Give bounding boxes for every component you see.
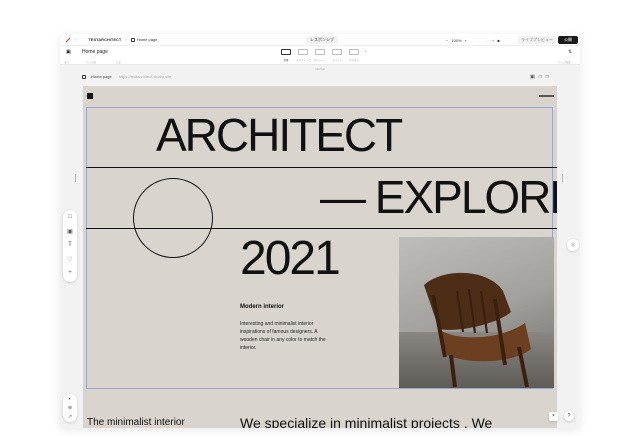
live-preview-button[interactable]: ライブプレビュー (518, 36, 556, 44)
toolbar-label: コピ (116, 61, 122, 64)
device-custom[interactable]: カスタム (347, 48, 361, 64)
export-icon[interactable]: □ (546, 74, 549, 80)
device-mobile[interactable]: モバイル (330, 48, 344, 64)
wooden-chair-image (424, 272, 531, 388)
history-controls: ← → + ■ (478, 34, 500, 46)
chair-photo[interactable] (399, 237, 554, 388)
below-right-heading[interactable]: We specialize in minimalist projects . W… (240, 415, 492, 428)
section-title[interactable]: Modern interior (240, 304, 284, 310)
canvas-resize-handle-left[interactable] (75, 174, 76, 182)
hero-title[interactable]: ARCHITECT (156, 108, 403, 162)
toolbar-label: ページ名 (86, 61, 96, 64)
theme-icon[interactable]: ◐ (63, 395, 77, 404)
zoom-level[interactable]: 100% (451, 38, 461, 43)
device-tablet[interactable]: タブレット (313, 48, 327, 64)
copy-icon[interactable]: □ (539, 74, 542, 80)
tablet-icon (315, 49, 325, 55)
hero-year[interactable]: 2021 (240, 231, 341, 286)
favorite-tool-icon[interactable]: ♡ (63, 252, 77, 266)
help-button[interactable]: ? (564, 411, 574, 421)
page-settings-label: ページ設定 (558, 61, 571, 64)
close-icon[interactable]: × (549, 412, 558, 421)
add-element-icon[interactable]: + (63, 266, 77, 280)
canvas-resize-handle-right[interactable] (562, 174, 563, 182)
left-secondary-palette: ◐ ⊕ ↗ (63, 394, 77, 422)
page-toolbar: ▣ Home page モバ ページ名 コピ 全体 デスクトップ タブレット モ… (60, 46, 580, 65)
left-tool-palette: □ ▣ T ♡ + (63, 210, 77, 282)
responsive-button[interactable]: レスポンシブ (306, 36, 338, 44)
canvas-width-ruler: 1920px (315, 67, 325, 71)
page-icon (130, 37, 135, 42)
top-bar: › TESTARCHITECT › Home page レスポンシブ − 100… (60, 34, 580, 46)
breadcrumb-separator: › (125, 37, 127, 42)
trash-icon[interactable]: ▣ (530, 74, 535, 80)
device-desktop[interactable]: デスクトップ (296, 48, 311, 64)
decorative-circle (133, 178, 213, 258)
divider-line (86, 228, 557, 229)
page-icon (82, 74, 86, 79)
desktop-icon (298, 49, 308, 55)
page-url[interactable]: https://testarchitect.studio.site (119, 74, 172, 79)
breadcrumb-page[interactable]: Home page (137, 37, 158, 42)
editor-window: › TESTARCHITECT › Home page レスポンシブ − 100… (60, 34, 580, 428)
lock-icon[interactable]: ■ (497, 38, 499, 43)
device-all[interactable]: 全体 (279, 48, 293, 64)
mobile-icon (332, 49, 342, 55)
site-logo[interactable] (87, 93, 93, 99)
page-tab-label: Home page (91, 74, 112, 79)
image-tool-icon[interactable]: ▣ (63, 224, 77, 238)
text-tool-icon[interactable]: T (63, 238, 77, 252)
box-tool-icon[interactable]: □ (63, 210, 77, 224)
custom-icon (349, 49, 359, 55)
add-device-icon[interactable]: + (364, 49, 367, 55)
page-tab[interactable]: Home page https://testarchitect.studio.s… (82, 74, 171, 79)
publish-button[interactable]: 公開 (558, 36, 578, 44)
divider-line (86, 167, 557, 168)
undo-icon[interactable]: ← (478, 38, 482, 43)
desktop-icon (281, 49, 291, 55)
below-left-heading[interactable]: The minimalist interior (87, 417, 185, 428)
add-icon[interactable]: + (492, 38, 494, 43)
mobile-icon[interactable]: ▣ (66, 49, 71, 55)
hero-subtitle[interactable]: — EXPLORE (320, 170, 557, 224)
hamburger-menu-icon[interactable] (539, 95, 554, 97)
app-logo-icon[interactable] (65, 37, 71, 43)
section-body[interactable]: Interesting and minimalist interior insp… (240, 320, 336, 352)
right-panel-toggle-icon[interactable]: ◎ (567, 239, 579, 251)
canvas-actions: ▣ □ □ (530, 74, 549, 80)
redo-icon[interactable]: → (485, 38, 489, 43)
breadcrumb-project[interactable]: TESTARCHITECT (88, 37, 121, 42)
zoom-out-button[interactable]: − (446, 38, 448, 43)
breadcrumb-separator: › (75, 37, 77, 42)
page-name-field[interactable]: Home page (82, 49, 108, 55)
zoom-control: − 100% + (446, 34, 467, 46)
settings-icon[interactable]: ⇅ (568, 49, 572, 55)
share-icon[interactable]: ↗ (63, 413, 77, 422)
layers-icon[interactable]: ⊕ (63, 404, 77, 413)
zoom-in-button[interactable]: + (465, 38, 467, 43)
toolbar-label: モバ (64, 61, 70, 64)
site-canvas[interactable]: ARCHITECT — EXPLORE 2021 Modern interior… (83, 86, 557, 428)
